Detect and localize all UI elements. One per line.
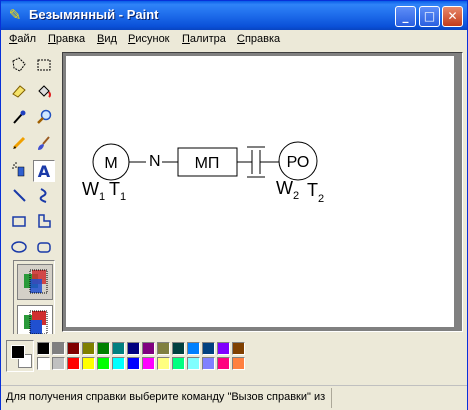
palette-swatch[interactable] <box>97 357 110 370</box>
diagram-svg: M N МП РО W 1 T 1 W 2 T 2 <box>82 141 324 205</box>
ellipse-icon[interactable] <box>8 238 30 260</box>
menu-edit[interactable]: Правка <box>48 33 85 45</box>
free-select-icon[interactable] <box>8 56 30 78</box>
palette-swatch[interactable] <box>202 357 215 370</box>
w1-subscript: 1 <box>99 191 105 203</box>
current-colors[interactable] <box>6 340 34 372</box>
palette-swatch[interactable] <box>97 342 110 355</box>
palette-swatch[interactable] <box>67 357 80 370</box>
line-icon[interactable] <box>8 186 30 208</box>
canvas-scroll-area: M N МП РО W 1 T 1 W 2 T 2 <box>62 52 463 332</box>
motor-label: M <box>104 155 117 172</box>
color-palette <box>1 334 467 384</box>
t1-label: T <box>109 179 120 199</box>
t1-subscript: 1 <box>120 191 126 203</box>
palette-swatch[interactable] <box>142 357 155 370</box>
palette-swatch[interactable] <box>142 342 155 355</box>
t2-subscript: 2 <box>318 193 324 205</box>
airbrush-icon[interactable] <box>8 160 30 182</box>
foreground-color[interactable] <box>11 345 25 359</box>
palette-swatch[interactable] <box>232 357 245 370</box>
rounded-rect-icon[interactable] <box>33 238 55 260</box>
menu-file[interactable]: Файл <box>9 33 36 45</box>
toolbox: A <box>4 52 60 344</box>
fill-style-options <box>13 260 55 344</box>
rectangle-icon[interactable] <box>8 212 30 234</box>
paint-app-icon[interactable]: ✎ <box>6 6 24 24</box>
minimize-button[interactable]: _ <box>395 6 416 27</box>
menu-bar: Файл Правка Вид Рисунок Палитра Справка <box>1 30 467 50</box>
picker-icon[interactable] <box>8 108 30 130</box>
status-divider <box>331 388 332 408</box>
palette-swatch[interactable] <box>157 357 170 370</box>
palette-swatch[interactable] <box>217 357 230 370</box>
pencil-icon[interactable] <box>8 134 30 156</box>
title-bar[interactable]: ✎ Безымянный - Paint _ □ ✕ <box>1 1 467 30</box>
fill-style-option-outline[interactable] <box>17 264 53 300</box>
curve-icon[interactable] <box>33 186 55 208</box>
palette-swatch[interactable] <box>37 357 50 370</box>
fill-icon[interactable] <box>33 82 55 104</box>
palette-swatch[interactable] <box>127 342 140 355</box>
palette-swatch[interactable] <box>37 342 50 355</box>
window-title: Безымянный - Paint <box>29 7 159 22</box>
palette-swatch[interactable] <box>232 342 245 355</box>
palette-swatch[interactable] <box>187 357 200 370</box>
palette-swatch[interactable] <box>52 357 65 370</box>
maximize-button[interactable]: □ <box>419 6 440 27</box>
mp-label: МП <box>195 155 220 172</box>
w2-label: W <box>276 178 293 198</box>
palette-swatch[interactable] <box>172 357 185 370</box>
po-label: РО <box>287 154 310 171</box>
palette-swatch[interactable] <box>52 342 65 355</box>
palette-swatch[interactable] <box>217 342 230 355</box>
palette-swatch[interactable] <box>112 342 125 355</box>
rect-select-icon[interactable] <box>33 56 55 78</box>
close-button[interactable]: ✕ <box>442 6 463 27</box>
menu-palette[interactable]: Палитра <box>182 33 226 45</box>
status-bar: Для получения справки выберите команду "… <box>1 385 467 410</box>
status-text: Для получения справки выберите команду "… <box>6 391 326 403</box>
palette-swatch[interactable] <box>187 342 200 355</box>
n-label: N <box>149 153 161 170</box>
palette-swatch[interactable] <box>157 342 170 355</box>
menu-help[interactable]: Справка <box>237 33 280 45</box>
t2-label: T <box>307 180 318 200</box>
w2-subscript: 2 <box>293 190 299 202</box>
paint-window: ✎ Безымянный - Paint _ □ ✕ Файл Правка В… <box>0 0 468 410</box>
palette-swatch[interactable] <box>112 357 125 370</box>
eraser-icon[interactable] <box>8 82 30 104</box>
palette-swatch[interactable] <box>172 342 185 355</box>
magnifier-icon[interactable] <box>33 108 55 130</box>
brush-icon[interactable] <box>33 134 55 156</box>
palette-swatch[interactable] <box>82 342 95 355</box>
palette-swatch[interactable] <box>127 357 140 370</box>
palette-swatch[interactable] <box>67 342 80 355</box>
palette-swatch[interactable] <box>82 357 95 370</box>
polygon-icon[interactable] <box>33 212 55 234</box>
palette-swatch[interactable] <box>202 342 215 355</box>
drawing-canvas[interactable]: M N МП РО W 1 T 1 W 2 T 2 <box>66 56 454 327</box>
menu-view[interactable]: Вид <box>97 33 117 45</box>
menu-image[interactable]: Рисунок <box>128 33 170 45</box>
w1-label: W <box>82 179 99 199</box>
text-icon[interactable]: A <box>33 160 55 182</box>
